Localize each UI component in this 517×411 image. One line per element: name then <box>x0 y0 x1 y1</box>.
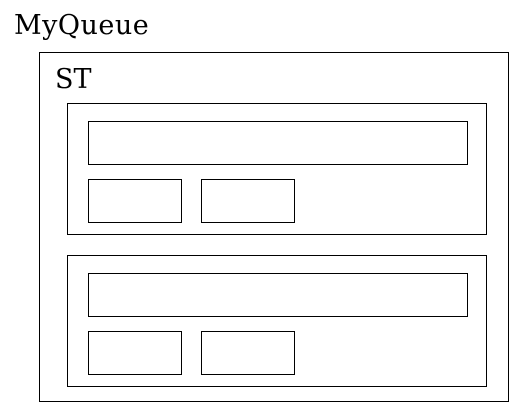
inner-block-2-small-slot-1 <box>88 331 182 375</box>
inner-block-2-small-slot-2 <box>201 331 295 375</box>
inner-block-2-wide-slot <box>88 273 468 317</box>
inner-block-1-small-slot-1 <box>88 179 182 223</box>
outer-container-label: ST <box>55 64 92 95</box>
diagram-title: MyQueue <box>14 10 150 41</box>
inner-block-1-wide-slot <box>88 121 468 165</box>
inner-block-1-small-slot-2 <box>201 179 295 223</box>
